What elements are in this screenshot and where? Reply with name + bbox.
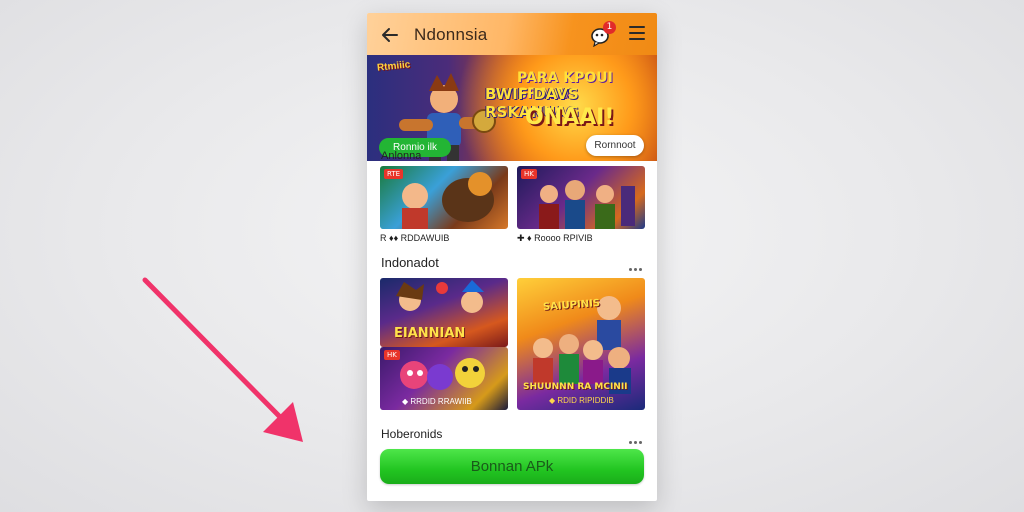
game-card-3[interactable]: EIANNIAN: [380, 278, 508, 347]
game-card-5[interactable]: HK ◆ RRDID RRAWIIB: [380, 347, 508, 410]
notification-badge: 1: [603, 21, 616, 34]
card-caption: ◆ RDID RIPIDDIB: [549, 396, 614, 405]
phone-screen: Ndonnsia 1 Rtmiiic PARA KPOUI SRAIIV BWI…: [367, 13, 657, 501]
more-options-icon[interactable]: [629, 431, 645, 444]
card-art-text: SHUUNNN RA MCINII: [523, 382, 628, 392]
section-title-1: Anlonna: [381, 150, 422, 162]
more-options-icon[interactable]: [629, 258, 645, 271]
download-apk-button[interactable]: Bonnan APk: [380, 449, 644, 484]
page-title: Ndonnsia: [414, 25, 488, 44]
card-caption: ✚ ♦ Roooo RPIVIB: [517, 233, 593, 243]
game-card-1[interactable]: RTE: [380, 166, 508, 229]
section-title-2: Indonadot: [381, 255, 439, 270]
section-title-3: Hoberonids: [381, 427, 443, 441]
promo-banner[interactable]: Rtmiiic PARA KPOUI SRAIIV BWIF DAVS RSKA…: [367, 55, 657, 161]
app-header: Ndonnsia 1: [367, 13, 657, 55]
hamburger-menu-icon[interactable]: [629, 26, 645, 40]
card-tag: RTE: [384, 169, 404, 179]
game-card-2[interactable]: HK: [517, 166, 645, 229]
banner-secondary-button[interactable]: Rornnoot: [586, 135, 644, 156]
card-tag: HK: [384, 350, 400, 360]
pointer-arrow-icon: [142, 277, 303, 442]
banner-headline-3: ONAAI!: [525, 105, 615, 130]
game-card-4[interactable]: SAIUPINIS SHUUNNN RA MCINII ◆ RDID RIPID…: [517, 278, 645, 410]
card-art-text: EIANNIAN: [394, 326, 466, 341]
card-tag: HK: [521, 169, 537, 179]
arrow-left-icon[interactable]: [379, 24, 401, 46]
card-caption: R ♦♦ RDDAWUIB: [380, 233, 450, 243]
card-caption: ◆ RRDID RRAWIIB: [402, 397, 472, 406]
